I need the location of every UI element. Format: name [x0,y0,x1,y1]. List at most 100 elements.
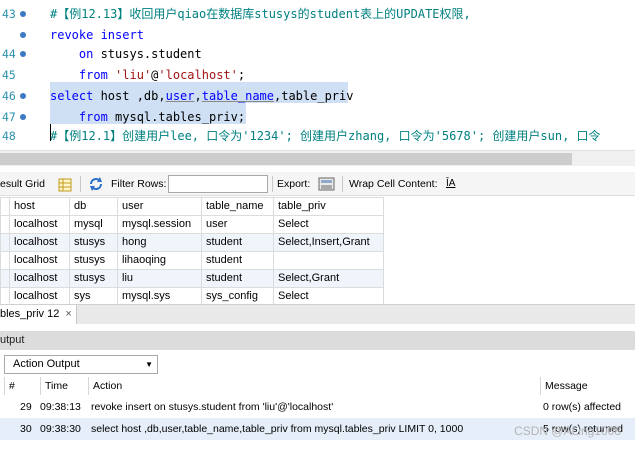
output-column-num[interactable]: # [4,377,40,395]
code-token: on [78,47,94,61]
code-line[interactable]: from 'liu'@'localhost'; [50,65,245,86]
column-header-table-priv[interactable]: table_priv [273,197,384,216]
column-header-host[interactable]: host [9,197,70,216]
cell-db[interactable]: stusys [69,251,118,270]
result-toolbar: esult Grid Filter Rows: Export: Wrap Cel… [0,172,635,196]
line-number: 48 [2,129,16,143]
column-header-table-name[interactable]: table_name [201,197,274,216]
cell-db[interactable]: stusys [69,233,118,252]
statement-marker-icon [20,93,26,99]
cell-host[interactable]: localhost [9,287,70,306]
cell-table-name[interactable]: sys_config [201,287,274,306]
code-line[interactable]: #【例12.13】收回用户qiao在数据库stusys的student表上的UP… [50,4,471,25]
output-row-num: 29 [20,401,32,413]
wrap-cell-icon[interactable]: ĪA [446,172,455,196]
code-token: #【例12.1】创建用户lee, 口令为'1234'; 创建用户zhang, 口… [50,129,601,143]
scrollbar-thumb[interactable] [0,153,572,165]
result-tab-strip: bles_priv 12 × [0,304,635,324]
table-row[interactable]: localhost sys mysql.sys sys_config Select [0,287,384,306]
row-selector[interactable] [0,251,10,270]
code-line[interactable]: select host ,db,user,table_name,table_pr… [50,86,353,107]
editor-horizontal-scrollbar[interactable] [0,150,635,166]
output-row-action: revoke insert on stusys.student from 'li… [91,401,334,413]
code-token: from [78,68,108,82]
output-row-message: 0 row(s) affected [543,401,622,413]
code-token: stusys.student [93,47,202,61]
code-token: ; [237,68,246,82]
code-token: 'localhost' [158,68,238,82]
output-panel-title: utput [0,334,25,346]
close-icon[interactable]: × [65,308,71,320]
cell-db[interactable]: mysql [69,215,118,234]
code-token: from [78,110,108,124]
cell-table-priv[interactable]: Select,Insert,Grant [273,233,384,252]
cell-host[interactable]: localhost [9,269,70,288]
output-row[interactable]: 29 09:38:13 revoke insert on stusys.stud… [0,396,635,418]
result-grid[interactable]: host db user table_name table_priv local… [0,197,635,306]
code-token: 'liu' [115,68,152,82]
cell-table-name[interactable]: user [201,215,274,234]
row-selector[interactable] [0,287,10,306]
code-line[interactable]: from mysql.tables_priv; [50,107,245,128]
cell-table-priv[interactable]: Select [273,287,384,306]
code-token: #【例12.13】收回用户qiao在数据库stusys的student表上的UP… [50,7,471,21]
cell-table-name[interactable]: student [201,233,274,252]
row-selector[interactable] [0,233,10,252]
output-column-action[interactable]: Action [88,377,538,395]
column-header-user[interactable]: user [117,197,202,216]
code-line[interactable]: on stusys.student [50,44,202,65]
chevron-down-icon: ▼ [145,360,153,369]
grid-header-row: host db user table_name table_priv [0,197,384,216]
table-row[interactable]: localhost mysql mysql.session user Select [0,215,384,234]
cell-user[interactable]: hong [117,233,202,252]
cell-db[interactable]: sys [69,287,118,306]
output-row-num: 30 [20,423,32,435]
result-tab[interactable]: bles_priv 12 × [0,305,77,324]
row-selector[interactable] [0,269,10,288]
code-token: revoke insert [50,28,144,42]
cell-user[interactable]: liu [117,269,202,288]
table-row[interactable]: localhost stusys lihaoqing student [0,251,384,270]
cell-table-name[interactable]: student [201,251,274,270]
output-row-time: 09:38:13 [40,401,81,413]
output-column-time[interactable]: Time [40,377,88,395]
cell-table-priv[interactable]: Select,Grant [273,269,384,288]
sql-editor[interactable]: 43 #【例12.13】收回用户qiao在数据库stusys的student表上的… [0,0,635,150]
output-row-action: select host ,db,user,table_name,table_pr… [91,423,464,435]
output-type-select[interactable]: Action Output ▼ [4,355,158,374]
cell-host[interactable]: localhost [9,233,70,252]
row-selector-header[interactable] [0,197,10,216]
export-label: Export: [277,178,311,190]
code-token: table_name [201,89,274,103]
code-line[interactable]: #【例12.1】创建用户lee, 口令为'1234'; 创建用户zhang, 口… [50,126,601,147]
cell-user[interactable]: lihaoqing [117,251,202,270]
code-token: host ,db, [93,89,166,103]
output-column-message[interactable]: Message [540,377,635,395]
filter-rows-input[interactable] [168,175,268,193]
cell-user[interactable]: mysql.session [117,215,202,234]
cell-user[interactable]: mysql.sys [117,287,202,306]
cell-table-priv[interactable] [273,251,384,270]
output-row-time: 09:38:30 [40,423,81,435]
result-grid-label[interactable]: esult Grid [0,172,45,196]
cell-table-priv[interactable]: Select [273,215,384,234]
cell-host[interactable]: localhost [9,251,70,270]
table-row[interactable]: localhost stusys hong student Select,Insert,… [0,233,384,252]
grid-view-icon[interactable] [58,177,72,192]
code-token: mysql.tables_priv; [107,110,246,124]
code-token: select [50,89,94,103]
code-line[interactable]: revoke insert [50,25,144,46]
export-icon[interactable] [318,176,336,192]
cell-table-name[interactable]: student [201,269,274,288]
column-header-db[interactable]: db [69,197,118,216]
cell-db[interactable]: stusys [69,269,118,288]
cell-host[interactable]: localhost [9,215,70,234]
table-row[interactable]: localhost stusys liu student Select,Grant [0,269,384,288]
toolbar-divider [272,176,273,192]
statement-marker-icon [20,51,26,57]
row-selector[interactable] [0,215,10,234]
statement-marker-icon [20,11,26,17]
toolbar-divider [342,176,343,192]
refresh-icon[interactable] [88,176,104,192]
